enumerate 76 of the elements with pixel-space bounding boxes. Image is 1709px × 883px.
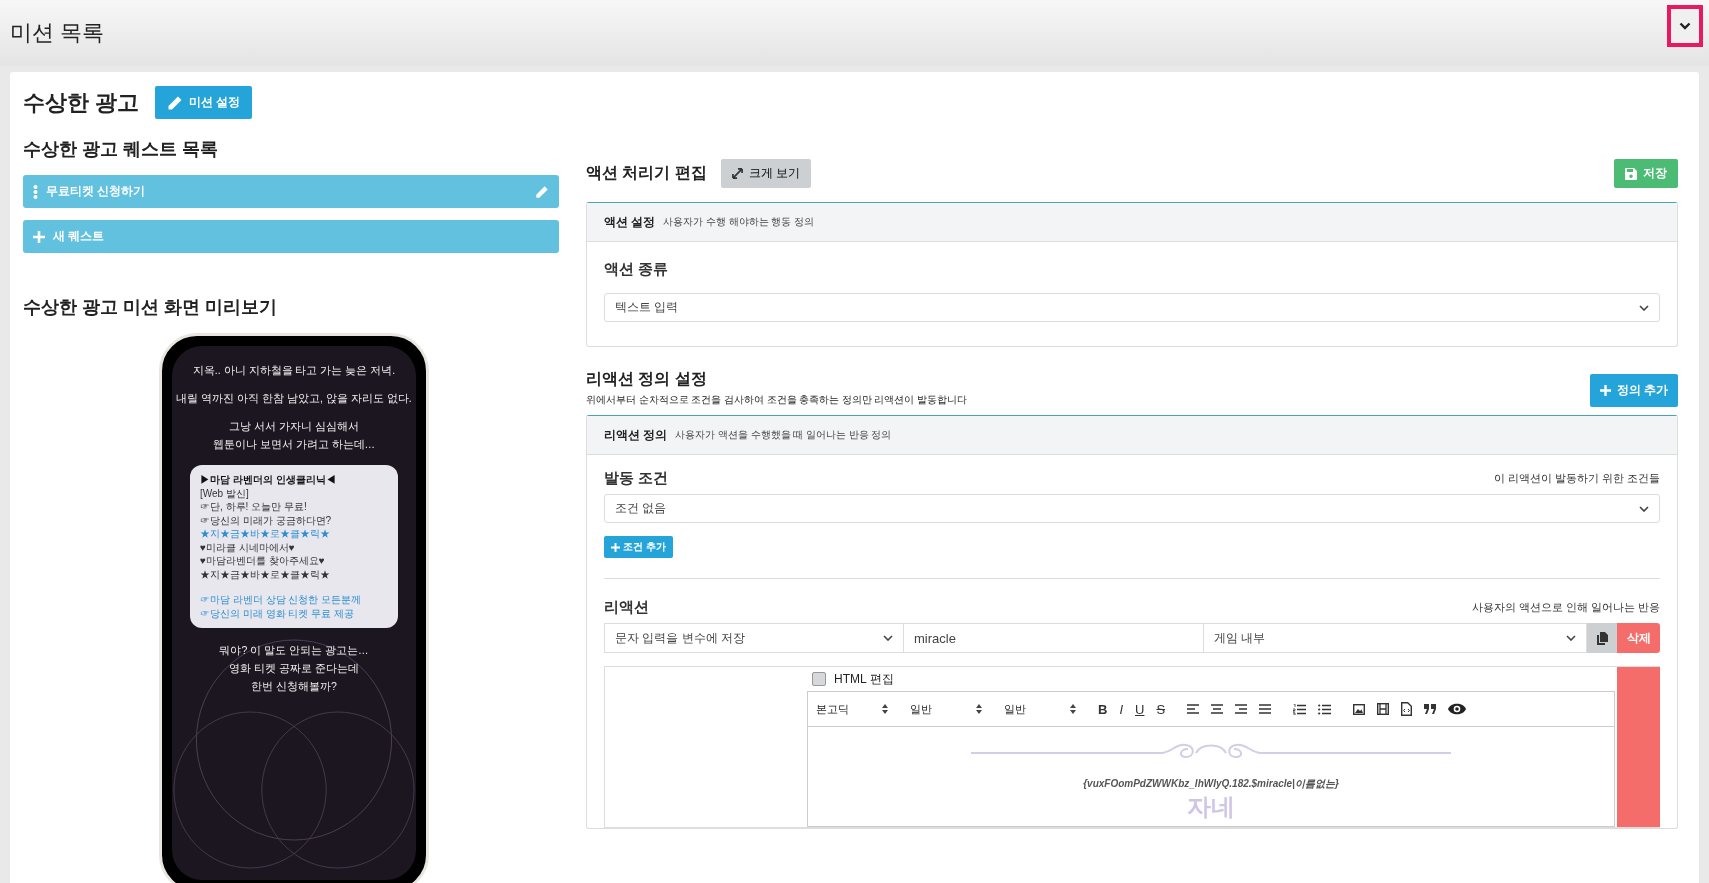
pencil-icon <box>167 94 184 111</box>
target-select[interactable]: 게임 내부 <box>1204 623 1587 653</box>
format-button[interactable]: U <box>1135 701 1145 717</box>
chevron-down-icon <box>1639 305 1649 311</box>
numbered-list-icon[interactable] <box>1293 703 1307 715</box>
page-title: 미션 목록 <box>10 19 105 47</box>
condition-select[interactable]: 조건 없음 <box>604 494 1660 523</box>
checkbox[interactable] <box>812 672 826 686</box>
narration-text: 내릴 역까진 아직 한참 남았고, 앉을 자리도 없다. <box>176 390 412 406</box>
expand-view-button[interactable]: 크게 보기 <box>720 159 812 188</box>
align-icon[interactable] <box>1235 704 1248 714</box>
up-down-icon <box>1070 704 1076 714</box>
plus-icon <box>611 542 620 552</box>
content-heading: 자네 <box>1187 793 1235 822</box>
align-icon[interactable] <box>1211 704 1224 714</box>
checkbox-label: HTML 편집 <box>834 670 894 688</box>
narration-text: 지옥.. 아니 지하철을 타고 가는 늦은 저녁. <box>192 363 396 378</box>
message-line: ☞당신의 미래가 궁금하다면? <box>200 513 333 528</box>
image-icon[interactable] <box>1353 703 1366 715</box>
toolbar-select[interactable]: 일반 <box>1004 701 1076 717</box>
message-line: ★지★금★바★로★클★릭★ <box>200 567 331 582</box>
message-line: ☞당신의 미래 영화 티켓 무료 제공 <box>200 606 355 621</box>
mission-title: 수상한 광고 <box>23 88 140 117</box>
format-button[interactable]: S <box>1156 701 1166 717</box>
up-down-icon <box>976 704 982 714</box>
quote-icon[interactable] <box>1424 704 1437 714</box>
field-label: 발동 조건 <box>604 469 669 488</box>
align-icon[interactable] <box>1259 704 1272 714</box>
narration-text: 그낭 서서 가자니 심심해서 웹툰이나 보면서 가려고 하는데… <box>212 418 376 452</box>
message-line: ☞단, 하루! 오늘만 무료! <box>200 500 308 514</box>
action-type-select[interactable]: 텍스트 입력 <box>604 293 1660 322</box>
narration-text: 뭐야? 이 말도 안되는 광고는… 영화 티켓 공짜로 준다는데 한번 신청해볼까? <box>219 643 369 695</box>
toolbar-select[interactable]: 일반 <box>910 701 982 717</box>
align-icon[interactable] <box>1187 704 1200 714</box>
message-line: ★지★금★바★로★클★릭★ <box>200 527 331 541</box>
chevron-down-icon <box>1639 506 1649 512</box>
copy-icon <box>1596 631 1608 645</box>
bullet-list-icon[interactable] <box>1318 703 1332 715</box>
film-icon[interactable] <box>1377 703 1390 715</box>
up-down-icon <box>882 704 888 714</box>
plus-icon <box>33 230 45 243</box>
quest-list-title: 수상한 광고 퀘스트 목록 <box>23 138 219 161</box>
chevron-down-icon <box>1566 635 1576 641</box>
panel-title: 액션 설정 <box>604 213 656 231</box>
message-line: [Web 발신] <box>200 486 250 501</box>
file-code-icon[interactable] <box>1401 702 1413 716</box>
preview-title: 수상한 광고 미션 화면 미리보기 <box>23 296 278 319</box>
field-label: 리액션 <box>604 598 649 617</box>
chevron-down-icon <box>883 635 893 641</box>
message-line: ♥미라클 시네마에서♥ <box>200 540 296 555</box>
field-hint: 사용자의 액션으로 인해 일어나는 반응 <box>1471 600 1660 615</box>
section-description: 위에서부터 순차적으로 조건을 검사하여 조건을 충족하는 정의만 리액션이 발동합니다 <box>586 394 968 407</box>
expand-icon <box>731 168 743 179</box>
field-hint: 이 리액션이 발동하기 위한 조건들 <box>1493 471 1660 486</box>
section-title: 리액션 정의 설정 <box>586 369 708 389</box>
panel-subtitle: 사용자가 액션을 수행했을 때 일어나는 반응 정의 <box>675 428 892 442</box>
plus-icon <box>1599 385 1611 396</box>
editor-title: 액션 처리기 편집 <box>586 163 707 183</box>
message-line: ▶마담 라벤더의 인생클리닉◀ <box>200 473 337 487</box>
panel-title: 리액션 정의 <box>604 426 668 444</box>
quest-label: 무료티켓 신청하기 <box>46 183 147 200</box>
format-button[interactable]: B <box>1098 701 1108 717</box>
format-button[interactable]: I <box>1119 701 1123 717</box>
message-line: ♥마담라벤더를 찾아주세요♥ <box>200 554 326 568</box>
eye-icon[interactable] <box>1448 703 1467 715</box>
variable-input[interactable]: miracle <box>904 623 1204 653</box>
copy-button[interactable] <box>1587 623 1617 653</box>
content-text: {vuxFOomPdZWWKbz_lhWIyQ.182.$miracle|이름없는} <box>1083 777 1339 791</box>
drag-handle-icon <box>33 184 38 199</box>
toolbar-select[interactable]: 본고딕 <box>816 701 888 717</box>
field-label: 액션 종류 <box>604 260 670 279</box>
reaction-type-select[interactable]: 문자 입력을 변수에 저장 <box>604 623 904 653</box>
collapse-button[interactable] <box>1667 5 1703 47</box>
message-line: ☞마담 라벤더 상담 신청한 모든분께 <box>200 593 363 607</box>
panel-subtitle: 사용자가 수행 해야하는 행동 정의 <box>663 215 814 229</box>
chevron-down-icon <box>1679 22 1691 30</box>
